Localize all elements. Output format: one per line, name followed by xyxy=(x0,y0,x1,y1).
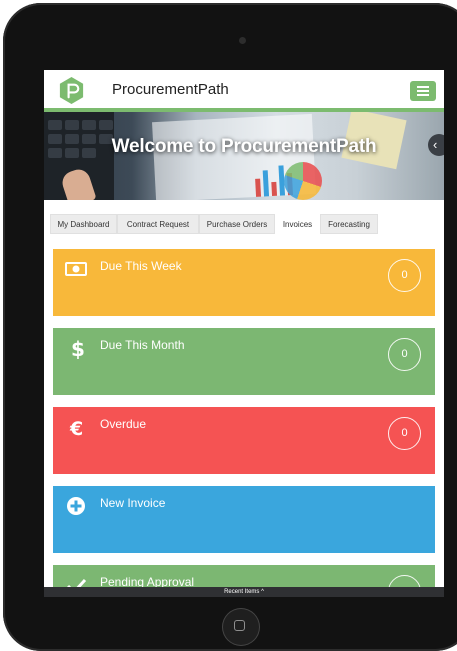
tab-invoices[interactable]: Invoices xyxy=(275,214,320,234)
tab-bar: My Dashboard Contract Request Purchase O… xyxy=(44,200,444,242)
card-label: Overdue xyxy=(100,417,147,431)
banknote-icon xyxy=(65,262,87,276)
card-label: Due This Month xyxy=(100,338,185,352)
card-label: Due This Week xyxy=(100,259,182,273)
card-due-this-week[interactable]: Due This Week 0 xyxy=(53,249,435,316)
tablet-frame: ProcurementPath Welcome to ProcurementPa… xyxy=(3,3,457,651)
home-square-icon xyxy=(234,620,245,631)
tab-purchase-orders[interactable]: Purchase Orders xyxy=(199,214,275,234)
tab-contract-request[interactable]: Contract Request xyxy=(117,214,199,234)
dollar-icon: $ xyxy=(71,337,85,359)
welcome-title: Welcome to ProcurementPath xyxy=(111,136,377,157)
procurementpath-logo xyxy=(59,76,84,105)
camera-icon xyxy=(239,37,246,44)
plus-circle-icon xyxy=(67,497,85,515)
recent-items-bar[interactable]: Recent Items ^ xyxy=(44,587,444,597)
count-badge: 0 xyxy=(388,259,421,292)
hamburger-menu-button[interactable] xyxy=(410,81,436,101)
hero-banner: Welcome to ProcurementPath ‹ xyxy=(44,112,444,200)
card-overdue[interactable]: € Overdue 0 xyxy=(53,407,435,474)
pie-chart-image xyxy=(284,162,322,200)
svg-text:$: $ xyxy=(71,337,85,359)
top-bar: ProcurementPath xyxy=(44,70,444,112)
card-due-this-month[interactable]: $ Due This Month 0 xyxy=(53,328,435,395)
app-title: ProcurementPath xyxy=(112,81,229,98)
tab-my-dashboard[interactable]: My Dashboard xyxy=(50,214,117,234)
card-new-invoice[interactable]: New Invoice xyxy=(53,486,435,553)
app-screen: ProcurementPath Welcome to ProcurementPa… xyxy=(44,70,444,597)
chevron-left-icon[interactable]: ‹ xyxy=(428,134,444,156)
tab-forecasting[interactable]: Forecasting xyxy=(320,214,378,234)
svg-text:€: € xyxy=(69,418,83,438)
count-badge: 0 xyxy=(388,338,421,371)
home-button[interactable] xyxy=(222,608,260,646)
count-badge: 0 xyxy=(388,417,421,450)
euro-icon: € xyxy=(69,418,83,438)
card-label: New Invoice xyxy=(100,496,166,510)
